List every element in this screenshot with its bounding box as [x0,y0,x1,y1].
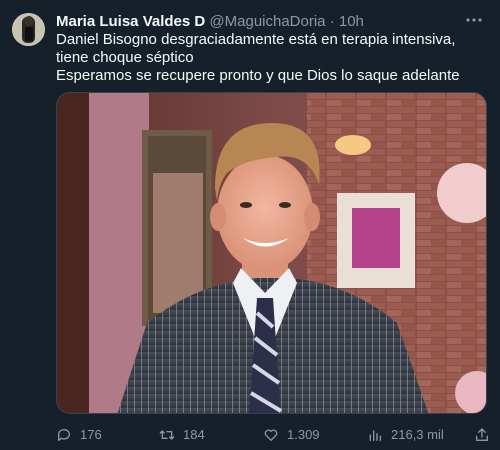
like-button[interactable]: 1.309 [263,425,320,445]
tweet-time[interactable]: 10h [339,13,364,30]
author-name[interactable]: Maria Luisa Valdes D [56,13,205,30]
photo-illustration [57,93,486,413]
share-icon [476,428,488,441]
share-button[interactable] [474,425,498,445]
reply-icon [57,429,70,441]
reply-button[interactable]: 176 [56,425,102,445]
avatar[interactable] [12,13,45,46]
reply-count: 176 [80,427,102,442]
views-icon [369,430,381,441]
more-horizontal-icon [466,18,482,22]
retweet-count: 184 [183,427,205,442]
avatar-image [12,13,45,46]
tweet-header: Maria Luisa Valdes D @MaguichaDoria · 10… [56,13,460,31]
meta-separator: · [329,13,335,30]
retweet-button[interactable]: 184 [159,425,205,445]
tweet-actions: 176 184 1.309 216,3 mil [56,425,492,445]
tweet-photo[interactable] [56,92,487,414]
more-icon[interactable] [462,9,486,31]
tweet-text-line-2: Esperamos se recupere pronto y que Dios … [56,67,460,84]
author-handle[interactable]: @MaguichaDoria [209,13,325,30]
like-count: 1.309 [287,427,320,442]
tweet-text-line-1: Daniel Bisogno desgraciadamente está en … [56,31,456,66]
heart-icon [264,429,278,441]
views-count: 216,3 mil [391,427,444,442]
retweet-icon [159,430,175,440]
views-button[interactable]: 216,3 mil [367,425,444,445]
tweet-text: Daniel Bisogno desgraciadamente está en … [56,31,486,85]
